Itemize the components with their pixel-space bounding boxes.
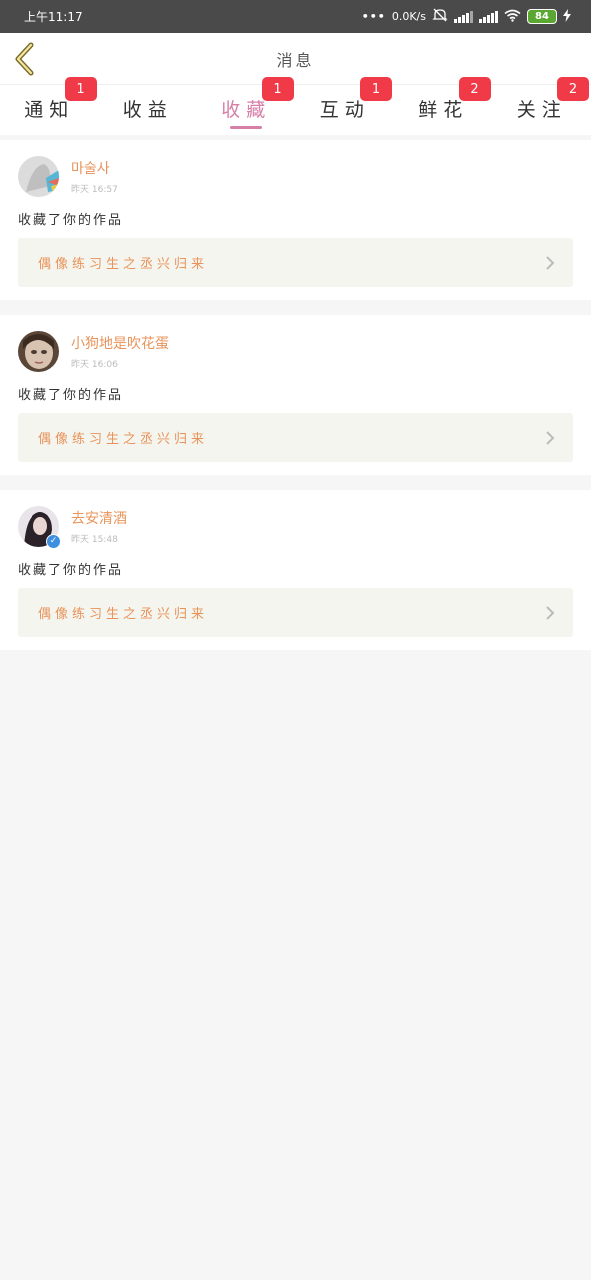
avatar-image bbox=[18, 330, 59, 372]
action-text: 收藏了你的作品 bbox=[18, 213, 124, 228]
username-link[interactable]: 마술사 bbox=[71, 158, 118, 178]
user-row: 마술사 昨天 16:57 bbox=[18, 155, 573, 197]
timestamp: 昨天 15:48 bbox=[71, 534, 118, 545]
tab-earnings[interactable]: 收益 bbox=[99, 85, 198, 135]
timestamp: 昨天 16:57 bbox=[71, 184, 118, 195]
chevron-right-icon bbox=[546, 255, 555, 270]
hd-signal-icon bbox=[479, 10, 498, 23]
unread-badge: 2 bbox=[458, 77, 491, 101]
tab-bar: 通知 1 收益 收藏 1 互动 1 鲜花 2 关注 2 bbox=[0, 77, 591, 135]
unread-badge: 2 bbox=[557, 77, 589, 101]
unread-badge: 1 bbox=[360, 77, 392, 101]
chevron-right-icon bbox=[546, 430, 555, 445]
username-link[interactable]: 去安清酒 bbox=[71, 508, 127, 528]
tab-favorites[interactable]: 收藏 1 bbox=[197, 77, 296, 135]
work-title: 偶像练习生之丞兴归来 bbox=[38, 257, 209, 272]
work-link[interactable]: 偶像练习生之丞兴归来 bbox=[18, 588, 573, 637]
charging-icon bbox=[563, 8, 571, 25]
message-list: 마술사 昨天 16:57 收藏了你的作品 偶像练习生之丞兴归来 小狗地是吹花蛋 … bbox=[0, 140, 591, 650]
network-speed: 0.0K/s bbox=[391, 10, 426, 23]
unread-badge: 1 bbox=[261, 77, 294, 101]
action-text: 收藏了你的作品 bbox=[18, 563, 124, 578]
work-link[interactable]: 偶像练习生之丞兴归来 bbox=[18, 238, 573, 287]
back-button[interactable] bbox=[8, 41, 40, 77]
message-card: 小狗地是吹花蛋 昨天 16:06 收藏了你的作品 偶像练习生之丞兴归来 bbox=[0, 315, 591, 475]
tab-notifications[interactable]: 通知 1 bbox=[0, 77, 99, 135]
status-bar: 上午11:17 ••• 0.0K/s 84 bbox=[0, 0, 591, 33]
work-title: 偶像练习生之丞兴归来 bbox=[38, 607, 209, 622]
tab-follows[interactable]: 关注 2 bbox=[493, 77, 591, 135]
unread-badge: 1 bbox=[64, 77, 97, 101]
work-link[interactable]: 偶像练习生之丞兴归来 bbox=[18, 413, 573, 462]
status-time: 上午11:17 bbox=[24, 10, 83, 24]
avatar[interactable] bbox=[18, 330, 59, 372]
wifi-icon bbox=[504, 9, 521, 25]
page-title: 消息 bbox=[276, 50, 315, 70]
avatar-image bbox=[18, 155, 59, 197]
dots-icon: ••• bbox=[361, 10, 386, 23]
message-card: 마술사 昨天 16:57 收藏了你的作品 偶像练习生之丞兴归来 bbox=[0, 140, 591, 300]
chevron-left-icon bbox=[15, 42, 34, 76]
timestamp: 昨天 16:06 bbox=[71, 359, 118, 370]
battery-icon: 84 bbox=[527, 9, 557, 24]
action-text: 收藏了你的作品 bbox=[18, 388, 124, 403]
verified-icon: ✓ bbox=[46, 533, 61, 549]
user-row: ✓ 去安清酒 昨天 15:48 bbox=[18, 505, 573, 549]
mute-icon bbox=[432, 8, 448, 25]
avatar[interactable] bbox=[18, 155, 59, 197]
chevron-right-icon bbox=[546, 605, 555, 620]
work-title: 偶像练习生之丞兴归来 bbox=[38, 432, 209, 447]
tab-interactions[interactable]: 互动 1 bbox=[296, 77, 395, 135]
user-row: 小狗地是吹花蛋 昨天 16:06 bbox=[18, 330, 573, 372]
avatar[interactable]: ✓ bbox=[18, 505, 61, 549]
tab-flowers[interactable]: 鲜花 2 bbox=[394, 77, 493, 135]
status-icons: ••• 0.0K/s 84 bbox=[362, 8, 571, 25]
username-link[interactable]: 小狗地是吹花蛋 bbox=[71, 333, 169, 353]
signal-icon bbox=[454, 10, 473, 23]
tab-label: 收益 bbox=[122, 98, 173, 121]
message-card: ✓ 去安清酒 昨天 15:48 收藏了你的作品 偶像练习生之丞兴归来 bbox=[0, 490, 591, 650]
